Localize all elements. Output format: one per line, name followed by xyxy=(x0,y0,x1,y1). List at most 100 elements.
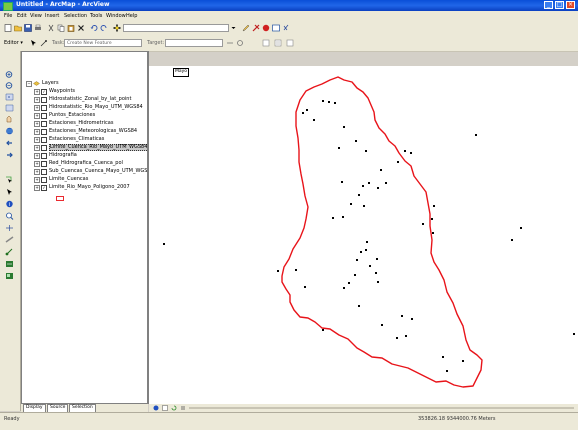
cut-icon[interactable] xyxy=(47,24,55,32)
layer-visibility-checkbox[interactable]: ✓ xyxy=(41,185,47,191)
identify-icon[interactable]: i xyxy=(5,200,14,208)
expand-toggle[interactable]: + xyxy=(34,153,40,159)
map-view[interactable] xyxy=(149,66,578,404)
redo-icon[interactable] xyxy=(100,24,108,32)
snapping-icon[interactable] xyxy=(286,39,294,47)
map-scale-field[interactable] xyxy=(123,24,229,32)
expand-toggle[interactable]: + xyxy=(34,185,40,191)
layer-visibility-checkbox[interactable] xyxy=(41,129,47,135)
toc-layer-label: Hidrografia xyxy=(49,152,77,158)
fixed-zoom-out-icon[interactable] xyxy=(5,104,14,112)
time-slider-icon[interactable] xyxy=(5,260,14,268)
menu-file[interactable]: File xyxy=(4,13,12,19)
select-elements-icon[interactable] xyxy=(5,188,14,196)
sketch-properties-icon[interactable] xyxy=(274,39,282,47)
measure-icon[interactable] xyxy=(5,236,14,244)
split-tool-icon[interactable] xyxy=(226,39,234,47)
pan-icon[interactable] xyxy=(5,115,14,123)
scale-dropdown-icon[interactable] xyxy=(231,24,236,32)
layout-view-icon[interactable] xyxy=(162,405,168,411)
waypoint-marker xyxy=(368,182,370,184)
layer-visibility-checkbox[interactable] xyxy=(41,105,47,111)
waypoint-marker xyxy=(462,360,464,362)
paste-icon[interactable] xyxy=(67,24,75,32)
layout-icon[interactable] xyxy=(5,272,14,280)
select-features-icon[interactable] xyxy=(5,176,14,184)
horizontal-scrollbar[interactable] xyxy=(189,407,574,409)
layer-visibility-checkbox[interactable]: ✓ xyxy=(41,89,47,95)
expand-toggle[interactable]: + xyxy=(34,89,40,95)
layer-visibility-checkbox[interactable] xyxy=(41,169,47,175)
layer-visibility-checkbox[interactable] xyxy=(41,121,47,127)
task-dropdown[interactable]: Create New Feature xyxy=(64,39,142,47)
full-extent-icon[interactable] xyxy=(5,127,14,135)
copy-icon[interactable] xyxy=(57,24,65,32)
toc-layer-label: Red_Hidrografica_Cuenca_pol xyxy=(49,160,123,166)
zoom-out-icon[interactable] xyxy=(5,82,14,90)
target-dropdown[interactable] xyxy=(165,39,223,47)
waypoint-marker xyxy=(446,370,448,372)
layer-visibility-checkbox[interactable] xyxy=(41,97,47,103)
new-document-icon[interactable] xyxy=(4,24,12,32)
expand-toggle[interactable]: + xyxy=(34,129,40,135)
collapse-toggle[interactable]: − xyxy=(26,81,32,87)
back-extent-icon[interactable] xyxy=(5,139,14,147)
menu-view[interactable]: View xyxy=(30,13,42,19)
print-icon[interactable] xyxy=(34,24,42,32)
layer-visibility-checkbox[interactable] xyxy=(41,145,47,151)
pause-drawing-icon[interactable] xyxy=(180,405,186,411)
expand-toggle[interactable]: + xyxy=(34,105,40,111)
fixed-zoom-in-icon[interactable] xyxy=(5,93,14,101)
layer-visibility-checkbox[interactable] xyxy=(41,177,47,183)
zoom-in-icon[interactable] xyxy=(5,71,14,79)
sketch-tool-icon[interactable] xyxy=(40,39,48,47)
map-canvas[interactable] xyxy=(149,66,578,404)
add-data-icon[interactable] xyxy=(113,24,121,32)
attributes-icon[interactable] xyxy=(262,39,270,47)
edit-tool-icon[interactable] xyxy=(30,39,38,47)
menu-tools[interactable]: Tools xyxy=(90,13,102,19)
close-button[interactable]: × xyxy=(566,1,575,9)
save-icon[interactable] xyxy=(24,24,32,32)
go-to-xy-icon[interactable] xyxy=(5,224,14,232)
forward-extent-icon[interactable] xyxy=(5,151,14,159)
expand-toggle[interactable]: + xyxy=(34,113,40,119)
layer-visibility-checkbox[interactable] xyxy=(41,153,47,159)
toc-tab-strip: Display Source Selection xyxy=(21,404,148,413)
arccatalog-icon[interactable] xyxy=(262,24,270,32)
menu-edit[interactable]: Edit xyxy=(17,13,27,19)
arctoolbox-icon[interactable] xyxy=(252,24,260,32)
help-icon[interactable] xyxy=(282,24,290,32)
menu-insert[interactable]: Insert xyxy=(45,13,59,19)
expand-toggle[interactable]: + xyxy=(34,145,40,151)
expand-toggle[interactable]: + xyxy=(34,97,40,103)
undo-icon[interactable] xyxy=(90,24,98,32)
expand-toggle[interactable]: + xyxy=(34,161,40,167)
layer-visibility-checkbox[interactable] xyxy=(41,113,47,119)
expand-toggle[interactable]: + xyxy=(34,169,40,175)
open-folder-icon[interactable] xyxy=(14,24,22,32)
rotate-tool-icon[interactable] xyxy=(236,39,244,47)
refresh-icon[interactable] xyxy=(171,405,177,411)
waypoint-marker xyxy=(375,272,377,274)
layer-visibility-checkbox[interactable] xyxy=(41,161,47,167)
find-icon[interactable] xyxy=(5,212,14,220)
layer-visibility-checkbox[interactable] xyxy=(41,137,47,143)
map-text-label[interactable]: Mayo xyxy=(173,68,190,77)
editor-toolbar-icon[interactable] xyxy=(242,24,250,32)
menu-window[interactable]: Window xyxy=(106,13,126,19)
command-line-icon[interactable] xyxy=(272,24,280,32)
expand-toggle[interactable]: + xyxy=(34,121,40,127)
toc-layer-label: Sub_Cuencas_Cuenca_Mayo_UTM_WGS84 xyxy=(49,168,148,174)
editor-menu[interactable]: Editor ▾ xyxy=(4,40,23,46)
maximize-button[interactable]: □ xyxy=(555,1,564,9)
delete-icon[interactable] xyxy=(77,24,85,32)
hyperlink-icon[interactable] xyxy=(5,248,14,256)
expand-toggle[interactable]: + xyxy=(34,137,40,143)
menu-help[interactable]: Help xyxy=(126,13,137,19)
data-view-icon[interactable] xyxy=(153,405,159,411)
expand-toggle[interactable]: + xyxy=(34,177,40,183)
menu-selection[interactable]: Selection xyxy=(64,13,87,19)
waypoint-marker xyxy=(397,161,399,163)
minimize-button[interactable]: _ xyxy=(544,1,553,9)
